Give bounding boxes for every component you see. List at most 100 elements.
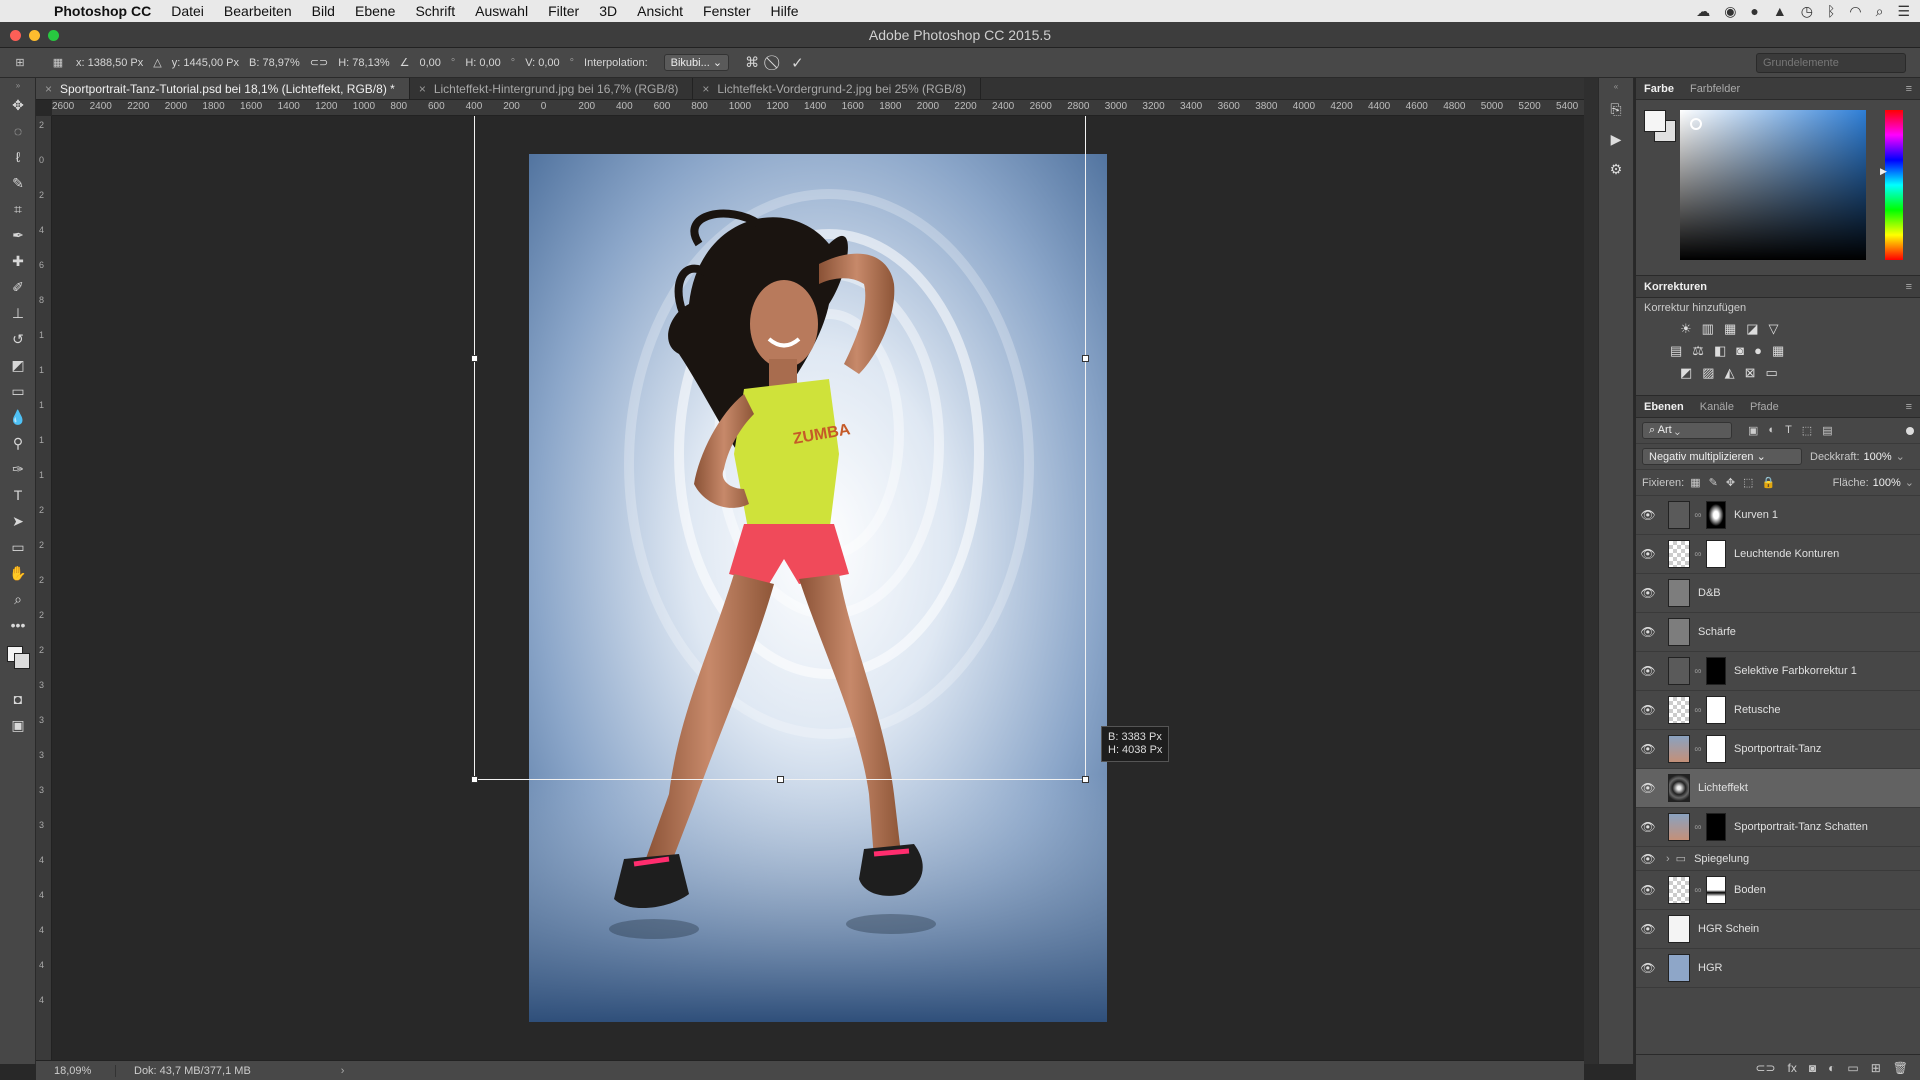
relative-position-icon[interactable]: △ (153, 56, 161, 69)
layer-row[interactable]: 👁 HGR Schein (1636, 910, 1920, 949)
layer-name[interactable]: Selektive Farbkorrektur 1 (1734, 665, 1857, 677)
color-picker-field[interactable] (1680, 110, 1866, 260)
lock-transparency-icon[interactable]: ▦ (1690, 476, 1700, 489)
warp-icon[interactable]: ⌘ (745, 54, 759, 71)
spotlight-icon[interactable]: ⌕ (1876, 3, 1884, 20)
blur-tool-icon[interactable]: 💧 (0, 404, 36, 430)
layer-name[interactable]: HGR Schein (1698, 923, 1759, 935)
close-window-button[interactable] (10, 30, 21, 41)
mask-link-icon[interactable]: ∞ (1693, 705, 1703, 716)
zoom-window-button[interactable] (48, 30, 59, 41)
vertical-skew-field[interactable]: V: 0,00 (525, 57, 559, 69)
type-tool-icon[interactable]: T (0, 482, 36, 508)
transform-handle-right[interactable] (1082, 355, 1089, 362)
visibility-eye-icon[interactable]: 👁 (1636, 547, 1660, 561)
layer-name[interactable]: Kurven 1 (1734, 509, 1778, 521)
filter-toggle[interactable] (1906, 426, 1914, 435)
hand-tool-icon[interactable]: ✋ (0, 560, 36, 586)
layer-row[interactable]: 👁 ∞ Retusche (1636, 691, 1920, 730)
link-proportions-icon[interactable]: ⊂⊃ (310, 56, 328, 69)
visibility-eye-icon[interactable]: 👁 (1636, 586, 1660, 600)
layer-name[interactable]: Boden (1734, 884, 1766, 896)
document-size[interactable]: Dok: 43,7 MB/377,1 MB (116, 1065, 251, 1077)
visibility-eye-icon[interactable]: 👁 (1636, 703, 1660, 717)
vertical-ruler[interactable]: 2 0 2 4 6 8 1 1 1 1 1 2 2 2 2 2 3 3 3 3 3 4 4 4 4 4 (36, 116, 52, 1060)
layer-group-row[interactable]: 👁 › ▭ Spiegelung (1636, 847, 1920, 871)
chevron-down-icon[interactable]: ⌄ (1896, 450, 1905, 463)
channel-mixer-icon[interactable]: ● (1754, 343, 1762, 359)
width-percent-field[interactable]: B: 78,97% (249, 57, 300, 69)
visibility-eye-icon[interactable]: 👁 (1636, 922, 1660, 936)
visibility-eye-icon[interactable]: 👁 (1636, 625, 1660, 639)
color-swatches[interactable] (0, 638, 36, 686)
layer-name[interactable]: Spiegelung (1694, 853, 1749, 865)
dodge-tool-icon[interactable]: ⚲ (0, 430, 36, 456)
crop-tool-icon[interactable]: ⌗ (0, 196, 36, 222)
color-lookup-icon[interactable]: ▦ (1772, 343, 1784, 359)
visibility-eye-icon[interactable]: 👁 (1636, 664, 1660, 678)
zoom-level[interactable]: 18,09% (36, 1064, 116, 1077)
layer-row[interactable]: 👁 ∞ Boden (1636, 871, 1920, 910)
close-tab-icon[interactable]: × (702, 78, 709, 100)
color-balance-icon[interactable]: ⚖ (1692, 343, 1704, 359)
commit-transform-icon[interactable]: ✓ (791, 54, 804, 72)
vibrance-icon[interactable]: ▽ (1769, 321, 1779, 337)
layer-mask-thumbnail[interactable] (1706, 813, 1726, 841)
layer-thumbnail[interactable] (1668, 696, 1690, 724)
background-color-swatch[interactable] (14, 653, 30, 669)
zoom-tool-icon[interactable]: ⌕ (0, 586, 36, 612)
drive-icon[interactable]: ▲ (1773, 3, 1787, 19)
layer-thumbnail[interactable] (1668, 540, 1690, 568)
selective-color-icon[interactable]: ⊠ (1745, 365, 1756, 381)
transform-handle-left[interactable] (471, 355, 478, 362)
transform-handle-bottom[interactable] (777, 776, 784, 783)
workspace-selector[interactable]: Grundelemente (1756, 53, 1906, 73)
record-icon[interactable]: ◉ (1724, 3, 1736, 20)
mask-link-icon[interactable]: ∞ (1693, 510, 1703, 521)
strip-collapse-icon[interactable]: « (1599, 78, 1633, 94)
path-selection-tool-icon[interactable]: ➤ (0, 508, 36, 534)
tab-kanaele[interactable]: Kanäle (1692, 401, 1742, 413)
hue-slider-thumb[interactable]: ▶ (1880, 166, 1887, 177)
visibility-eye-icon[interactable]: 👁 (1636, 742, 1660, 756)
screen-mode-icon[interactable]: ▣ (0, 712, 36, 738)
pen-tool-icon[interactable]: ✑ (0, 456, 36, 482)
y-position-field[interactable]: y: 1445,00 Px (172, 57, 239, 69)
foreground-color-swatch[interactable] (1644, 110, 1666, 132)
actions-panel-icon[interactable]: ▶ (1599, 124, 1633, 154)
layer-thumbnail[interactable] (1668, 915, 1690, 943)
circle-icon[interactable]: ● (1750, 3, 1758, 19)
tab-farbfelder[interactable]: Farbfelder (1682, 83, 1748, 95)
levels-icon[interactable]: ▥ (1702, 321, 1714, 337)
status-menu-arrow-icon[interactable]: › (341, 1065, 345, 1077)
interpolation-select[interactable]: Bikubi... ⌄ (663, 54, 730, 71)
menu-bearbeiten[interactable]: Bearbeiten (224, 3, 292, 19)
layer-thumbnail[interactable] (1668, 813, 1690, 841)
filter-type-icon[interactable]: T (1785, 424, 1792, 437)
history-panel-icon[interactable]: ⎘ (1599, 94, 1633, 124)
transform-handle-bottom-left[interactable] (471, 776, 478, 783)
group-expand-chevron-icon[interactable]: › (1666, 853, 1670, 865)
menu-hilfe[interactable]: Hilfe (771, 3, 799, 19)
lock-artboard-icon[interactable]: ⬚ (1743, 476, 1753, 489)
notification-center-icon[interactable]: ☰ (1897, 3, 1910, 20)
layer-row[interactable]: 👁 Schärfe (1636, 613, 1920, 652)
panel-menu-icon[interactable]: ≡ (1906, 83, 1912, 95)
horizontal-skew-field[interactable]: H: 0,00 (465, 57, 500, 69)
layer-filter-select[interactable]: ⌕ Art ⌄ (1642, 422, 1732, 439)
history-brush-tool-icon[interactable]: ↺ (0, 326, 36, 352)
menu-3d[interactable]: 3D (599, 3, 617, 19)
menu-fenster[interactable]: Fenster (703, 3, 750, 19)
clone-stamp-tool-icon[interactable]: ⊥ (0, 300, 36, 326)
menu-ansicht[interactable]: Ansicht (637, 3, 683, 19)
layer-mask-thumbnail[interactable] (1706, 540, 1726, 568)
toolbar-collapse-icon[interactable]: » (0, 78, 36, 92)
layer-name[interactable]: Sportportrait-Tanz (1734, 743, 1821, 755)
filter-smartobject-icon[interactable]: ▤ (1822, 424, 1832, 437)
layer-row[interactable]: 👁 ∞ Leuchtende Konturen (1636, 535, 1920, 574)
layer-mask-thumbnail[interactable] (1706, 696, 1726, 724)
posterize-icon[interactable]: ▨ (1702, 365, 1714, 381)
layer-thumbnail[interactable] (1668, 501, 1690, 529)
layer-thumbnail[interactable] (1668, 954, 1690, 982)
invert-icon[interactable]: ◩ (1680, 365, 1692, 381)
